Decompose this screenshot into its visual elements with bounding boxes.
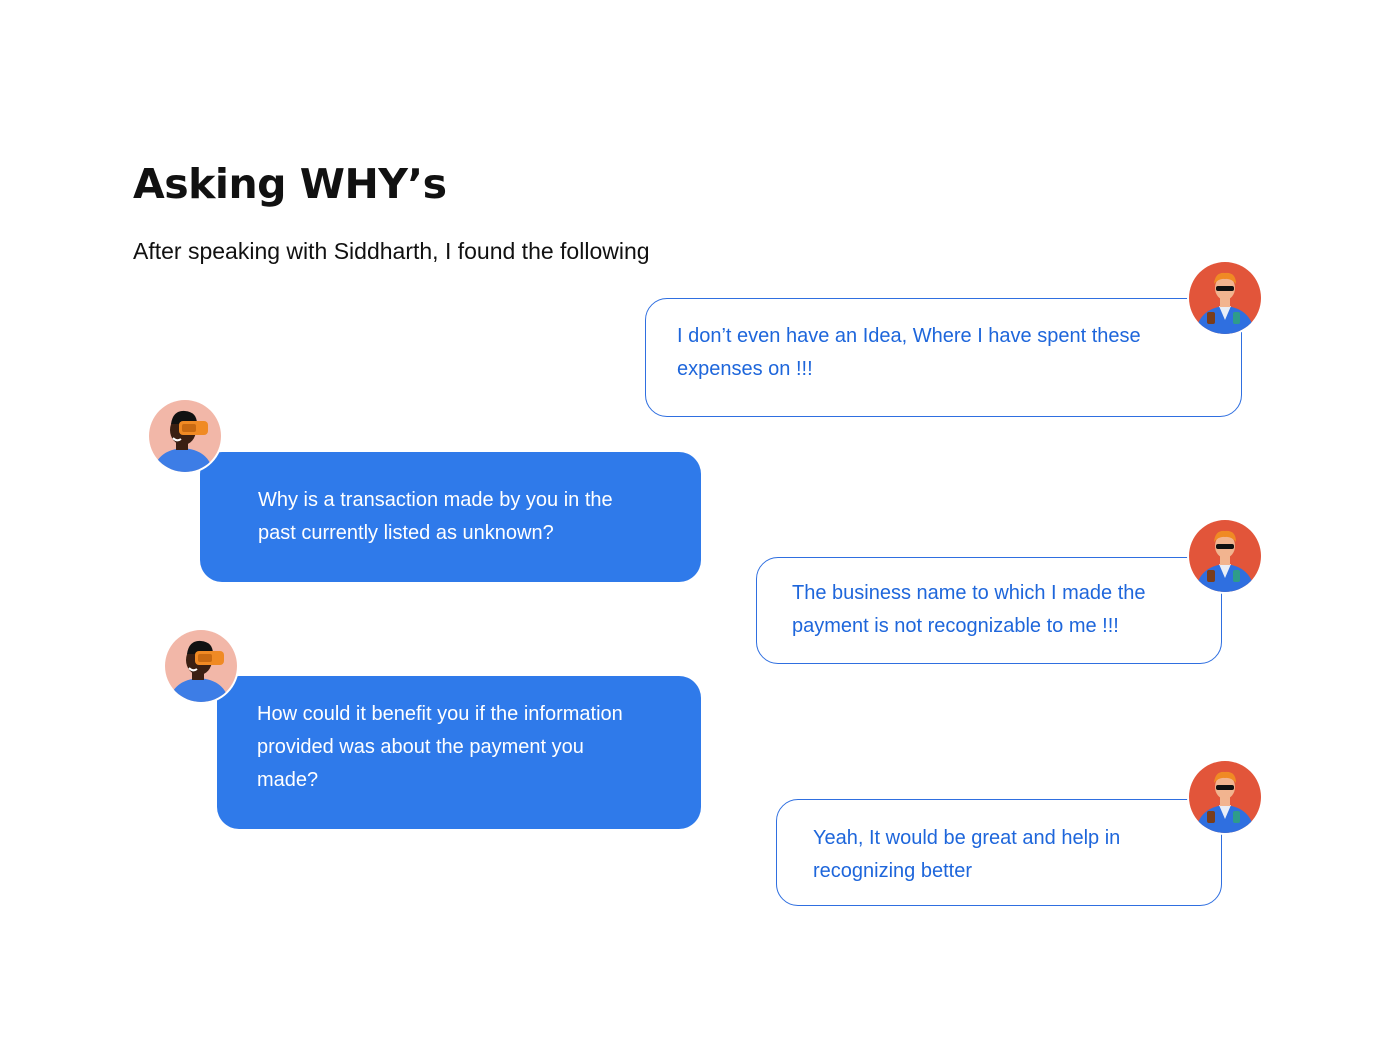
user-reply-text: Yeah, It would be great and help in reco… — [813, 827, 1121, 882]
interviewer-question-bubble: How could it benefit you if the informat… — [217, 676, 701, 829]
interviewer-question-text: Why is a transaction made by you in the … — [258, 489, 613, 544]
interviewer-question-bubble: Why is a transaction made by you in the … — [200, 452, 701, 582]
user-avatar-icon — [1187, 260, 1263, 336]
user-reply-text: I don’t even have an Idea, Where I have … — [677, 325, 1141, 380]
user-avatar-icon — [1187, 759, 1263, 835]
page-subtitle: After speaking with Siddharth, I found t… — [133, 238, 650, 264]
user-avatar-icon — [1187, 518, 1263, 594]
page-title: Asking WHY’s — [133, 160, 447, 208]
user-reply-bubble: Yeah, It would be great and help in reco… — [776, 799, 1222, 906]
interviewer-avatar-icon — [147, 398, 223, 474]
interviewer-avatar-icon — [163, 628, 239, 704]
user-reply-bubble: I don’t even have an Idea, Where I have … — [645, 298, 1242, 417]
user-reply-text: The business name to which I made the pa… — [792, 582, 1146, 637]
interviewer-question-text: How could it benefit you if the informat… — [257, 703, 623, 791]
user-reply-bubble: The business name to which I made the pa… — [756, 557, 1222, 664]
